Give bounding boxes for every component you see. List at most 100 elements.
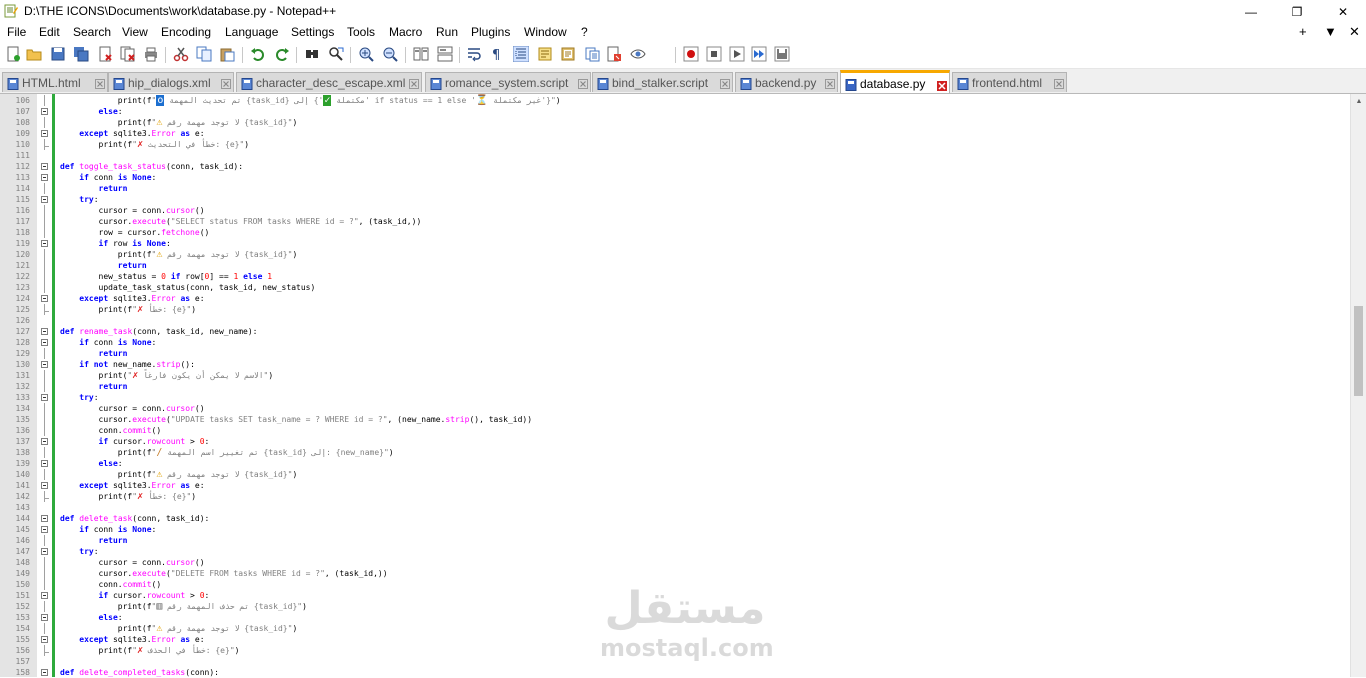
tab-close-icon[interactable] xyxy=(825,76,835,89)
code-line[interactable]: def toggle_task_status(conn, task_id): xyxy=(60,161,243,172)
code-line[interactable]: print(f"▥ تم حذف المهمة رقم {task_id}") xyxy=(60,601,307,612)
code-line[interactable]: else: xyxy=(60,612,123,623)
fold-toggle-icon[interactable] xyxy=(41,614,48,621)
scrollbar-thumb[interactable] xyxy=(1354,306,1363,396)
code-line[interactable]: cursor.execute("SELECT status FROM tasks… xyxy=(60,216,422,227)
fold-toggle-icon[interactable] xyxy=(41,130,48,137)
close-icon[interactable] xyxy=(97,46,113,62)
code-line[interactable]: print(f"⚠ لا توجد مهمة رقم {task_id}") xyxy=(60,623,297,634)
code-line[interactable]: print(f"✗ خطأ في التحديث: {e}") xyxy=(60,139,250,150)
save-icon[interactable] xyxy=(50,46,66,62)
code-line[interactable]: cursor.execute("UPDATE tasks SET task_na… xyxy=(60,414,533,425)
tab-close-icon[interactable] xyxy=(720,76,730,89)
fold-toggle-icon[interactable] xyxy=(41,295,48,302)
menu-search[interactable]: Search xyxy=(73,25,111,39)
menu-encoding[interactable]: Encoding xyxy=(161,25,211,39)
fold-toggle-icon[interactable] xyxy=(41,196,48,203)
code-line[interactable]: def rename_task(conn, task_id, new_name)… xyxy=(60,326,258,337)
tab-backend-py[interactable]: backend.py xyxy=(735,72,838,92)
code-line[interactable]: print("✗ الاسم لا يمكن أن يكون فارغاً") xyxy=(60,370,274,381)
code-line[interactable]: else: xyxy=(60,458,123,469)
tab-close-icon[interactable] xyxy=(1054,76,1064,89)
code-line[interactable]: if not new_name.strip(): xyxy=(60,359,195,370)
fold-toggle-icon[interactable] xyxy=(41,592,48,599)
indent-guide-icon[interactable] xyxy=(513,46,529,62)
sync-horizontal-icon[interactable] xyxy=(437,46,453,62)
folder-as-workspace-icon[interactable] xyxy=(606,46,622,62)
code-line[interactable]: return xyxy=(60,260,147,271)
code-line[interactable]: if conn is None: xyxy=(60,172,156,183)
code-line[interactable]: except sqlite3.Error as e: xyxy=(60,480,204,491)
find-icon[interactable] xyxy=(304,46,320,62)
fold-toggle-icon[interactable] xyxy=(41,460,48,467)
fold-margin[interactable] xyxy=(37,94,52,677)
run-macro-multiple-icon[interactable] xyxy=(751,46,767,62)
menu-help[interactable]: ? xyxy=(581,25,588,39)
fold-toggle-icon[interactable] xyxy=(41,636,48,643)
copy-icon[interactable] xyxy=(196,46,212,62)
tab-database-py[interactable]: database.py xyxy=(840,70,950,93)
code-line[interactable]: return xyxy=(60,183,128,194)
maximize-button[interactable]: ❐ xyxy=(1274,0,1320,23)
menu-settings[interactable]: Settings xyxy=(291,25,334,39)
code-line[interactable]: print(f"/ تم تغيير اسم المهمة {task_id} … xyxy=(60,447,394,458)
play-macro-icon[interactable] xyxy=(729,46,745,62)
code-line[interactable]: try: xyxy=(60,194,98,205)
vertical-scrollbar[interactable]: ▲ xyxy=(1350,94,1366,677)
fold-toggle-icon[interactable] xyxy=(41,174,48,181)
function-list-icon[interactable] xyxy=(584,46,600,62)
menu-plugins[interactable]: Plugins xyxy=(471,25,510,39)
fold-toggle-icon[interactable] xyxy=(41,515,48,522)
code-line[interactable]: try: xyxy=(60,546,98,557)
code-line[interactable]: if cursor.rowcount > 0: xyxy=(60,590,210,601)
code-line[interactable]: conn.commit() xyxy=(60,579,162,590)
menu-run[interactable]: Run xyxy=(436,25,458,39)
menu-tools[interactable]: Tools xyxy=(347,25,375,39)
tab-hip-dialogs-xml[interactable]: hip_dialogs.xml xyxy=(108,72,234,92)
fold-toggle-icon[interactable] xyxy=(41,328,48,335)
code-line[interactable]: cursor = conn.cursor() xyxy=(60,557,205,568)
close-window-button[interactable]: ✕ xyxy=(1320,0,1366,23)
monitoring-icon[interactable] xyxy=(630,46,646,62)
menu-edit[interactable]: Edit xyxy=(39,25,60,39)
record-macro-icon[interactable] xyxy=(683,46,699,62)
zoom-out-icon[interactable] xyxy=(382,46,398,62)
tab-close-icon[interactable] xyxy=(578,76,588,89)
tab-bind-stalker-script[interactable]: bind_stalker.script xyxy=(592,72,733,92)
fold-toggle-icon[interactable] xyxy=(41,526,48,533)
menu-view[interactable]: View xyxy=(122,25,148,39)
save-macro-icon[interactable] xyxy=(774,46,790,62)
new-tab-button[interactable]: + xyxy=(1299,24,1307,39)
code-line[interactable]: print(f"o تم تحديث المهمة {task_id} إلى … xyxy=(60,95,561,106)
code-line[interactable]: if row is None: xyxy=(60,238,171,249)
cut-icon[interactable] xyxy=(173,46,189,62)
new-file-icon[interactable] xyxy=(5,46,21,62)
tab-close-icon[interactable] xyxy=(409,76,419,89)
tab-close-icon[interactable] xyxy=(221,76,231,89)
scroll-up-arrow-icon[interactable]: ▲ xyxy=(1351,94,1366,108)
code-line[interactable]: if cursor.rowcount > 0: xyxy=(60,436,210,447)
menu-file[interactable]: File xyxy=(7,25,26,39)
code-line[interactable]: except sqlite3.Error as e: xyxy=(60,128,204,139)
code-line[interactable]: new_status = 0 if row[0] == 1 else 1 xyxy=(60,271,273,282)
menu-window[interactable]: Window xyxy=(524,25,567,39)
code-line[interactable]: else: xyxy=(60,106,123,117)
menu-language[interactable]: Language xyxy=(225,25,278,39)
code-line[interactable]: print(f"⚠ لا توجد مهمة رقم {task_id}") xyxy=(60,469,297,480)
close-tab-button[interactable]: ✕ xyxy=(1349,24,1360,40)
tab-list-dropdown-icon[interactable]: ▼ xyxy=(1324,24,1337,39)
fold-toggle-icon[interactable] xyxy=(41,163,48,170)
code-line[interactable]: if conn is None: xyxy=(60,524,156,535)
doc-map-icon[interactable] xyxy=(560,46,576,62)
code-line[interactable]: return xyxy=(60,381,128,392)
tab-html-html[interactable]: HTML.html xyxy=(2,72,108,92)
code-line[interactable]: row = cursor.fetchone() xyxy=(60,227,210,238)
paste-icon[interactable] xyxy=(219,46,235,62)
fold-toggle-icon[interactable] xyxy=(41,108,48,115)
word-wrap-icon[interactable] xyxy=(466,46,482,62)
zoom-in-icon[interactable] xyxy=(358,46,374,62)
fold-toggle-icon[interactable] xyxy=(41,548,48,555)
language-icon[interactable] xyxy=(537,46,553,62)
redo-icon[interactable] xyxy=(274,46,290,62)
code-line[interactable]: def delete_task(conn, task_id): xyxy=(60,513,209,524)
